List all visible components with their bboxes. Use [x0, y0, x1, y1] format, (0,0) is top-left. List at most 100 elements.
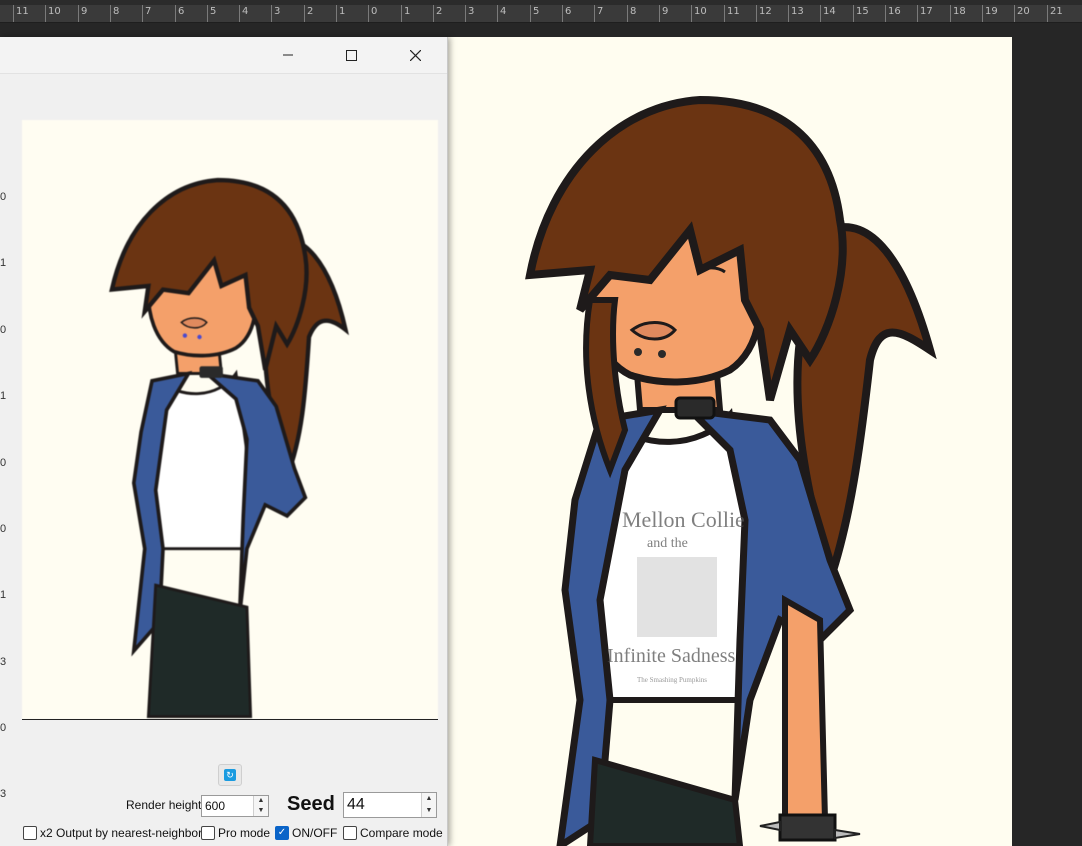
side-value-label: 1 [0, 257, 7, 269]
ruler-tick-label: 12 [759, 6, 772, 17]
close-icon [409, 49, 421, 61]
titlebar-divider [0, 73, 447, 74]
ruler-tick-label: 19 [985, 6, 998, 17]
ruler-tick-label: 11 [727, 6, 740, 17]
ruler-tick-mark [820, 5, 821, 22]
ruler-tick-mark [13, 5, 14, 22]
shirt-text-line1: Mellon Collie [622, 507, 745, 532]
ruler-tick-label: 1 [339, 6, 346, 17]
ruler-tick-mark [788, 5, 789, 22]
ruler-tick-label: 10 [48, 6, 61, 17]
top-ruler: 11 10 9 8 7 6 5 4 3 2 1 0 1 2 3 4 5 6 7 8 9 10 11 12 13 14 15 16 17 1… [0, 0, 1082, 23]
ruler-tick-mark [433, 5, 434, 22]
ruler-tick-mark [110, 5, 111, 22]
window-titlebar[interactable] [0, 37, 447, 73]
document-canvas[interactable]: Mellon Collie and the Infinite Sadness T… [447, 37, 1012, 846]
piercing [658, 350, 666, 358]
ruler-tick-mark [562, 5, 563, 22]
ruler-tick-label: 18 [953, 6, 966, 17]
ruler-tick-mark [950, 5, 951, 22]
ruler-tick-mark [1014, 5, 1015, 22]
refresh-icon: ↻ [224, 769, 236, 781]
ruler-tick-label: 6 [565, 6, 572, 17]
minimize-button[interactable] [265, 37, 311, 73]
x2-output-label[interactable]: x2 Output by nearest-neighbor [40, 826, 202, 840]
side-value-label: 0 [0, 324, 7, 336]
refresh-button[interactable]: ↻ [218, 764, 242, 786]
ruler-tick-label: 20 [1017, 6, 1030, 17]
onoff-checkbox[interactable]: ✓ [275, 826, 289, 840]
ruler-tick-label: 6 [178, 6, 185, 17]
ruler-tick-label: 3 [468, 6, 475, 17]
piercing [634, 348, 642, 356]
ruler-tick-mark [530, 5, 531, 22]
ruler-tick-label: 13 [791, 6, 804, 17]
ruler-tick-mark [885, 5, 886, 22]
close-button[interactable] [392, 37, 438, 73]
ruler-tick-mark [917, 5, 918, 22]
ruler-tick-label: 2 [436, 6, 443, 17]
ruler-tick-label: 0 [371, 6, 378, 17]
ruler-tick-mark [594, 5, 595, 22]
ruler-tick-mark [304, 5, 305, 22]
ruler-tick-mark [691, 5, 692, 22]
ruler-tick-label: 8 [630, 6, 637, 17]
ruler-tick-mark [1047, 5, 1048, 22]
x2-output-checkbox[interactable] [23, 826, 37, 840]
ruler-tick-mark [853, 5, 854, 22]
wristband [778, 813, 837, 842]
preview-artwork [109, 177, 349, 719]
pro-mode-label[interactable]: Pro mode [218, 826, 270, 840]
ruler-tick-mark [175, 5, 176, 22]
character-artwork: Mellon Collie and the Infinite Sadness T… [525, 95, 937, 846]
side-value-label: 1 [0, 589, 7, 601]
ruler-tick-mark [724, 5, 725, 22]
onoff-label[interactable]: ON/OFF [292, 826, 337, 840]
shirt-text-line2: and the [647, 536, 688, 551]
pro-mode-checkbox[interactable] [201, 826, 215, 840]
ruler-tick-mark [336, 5, 337, 22]
render-height-label: Render height [126, 798, 202, 812]
ruler-tick-mark [368, 5, 369, 22]
right-arm [782, 594, 829, 823]
ruler-tick-label: 11 [16, 6, 29, 17]
seed-stepper[interactable]: ▲ ▼ [421, 793, 436, 817]
ruler-tick-mark [465, 5, 466, 22]
minimize-icon [283, 54, 293, 56]
render-height-value[interactable]: 600 [205, 799, 225, 813]
ruler-tick-label: 14 [823, 6, 836, 17]
workspace-background [1012, 23, 1082, 846]
shirt-text-line4: The Smashing Pumpkins [637, 676, 707, 684]
side-value-label: 0 [0, 722, 7, 734]
ruler-tick-label: 3 [274, 6, 281, 17]
shirt-text-line3: Infinite Sadness [607, 645, 736, 667]
ruler-tick-label: 17 [920, 6, 933, 17]
ruler-tick-mark [207, 5, 208, 22]
seed-spinbox[interactable]: 44 ▲ ▼ [343, 792, 437, 818]
ruler-tick-mark [497, 5, 498, 22]
seed-value[interactable]: 44 [347, 796, 365, 814]
ruler-tick-mark [627, 5, 628, 22]
pants [586, 756, 744, 846]
render-height-spinbox[interactable]: 600 ▲ ▼ [201, 795, 269, 817]
compare-mode-checkbox[interactable] [343, 826, 357, 840]
ruler-tick-label: 9 [81, 6, 88, 17]
ruler-tick-label: 15 [856, 6, 869, 17]
ruler-tick-mark [401, 5, 402, 22]
plugin-window[interactable]: 0101001303 ↻ Render height 600 ▲ ▼ Seed … [0, 37, 448, 846]
ruler-tick-label: 16 [888, 6, 901, 17]
ruler-tick-label: 4 [500, 6, 507, 17]
ruler-tick-label: 1 [404, 6, 411, 17]
ruler-tick-mark [756, 5, 757, 22]
ruler-tick-mark [45, 5, 46, 22]
side-value-label: 3 [0, 788, 7, 800]
ruler-tick-label: 7 [597, 6, 604, 17]
ruler-tick-label: 21 [1050, 6, 1063, 17]
maximize-button[interactable] [328, 37, 374, 73]
ruler-tick-mark [982, 5, 983, 22]
compare-mode-label[interactable]: Compare mode [360, 826, 443, 840]
ruler-tick-label: 7 [145, 6, 152, 17]
ruler-tick-label: 8 [113, 6, 120, 17]
render-height-stepper[interactable]: ▲ ▼ [253, 796, 268, 816]
ruler-tick-label: 4 [242, 6, 249, 17]
